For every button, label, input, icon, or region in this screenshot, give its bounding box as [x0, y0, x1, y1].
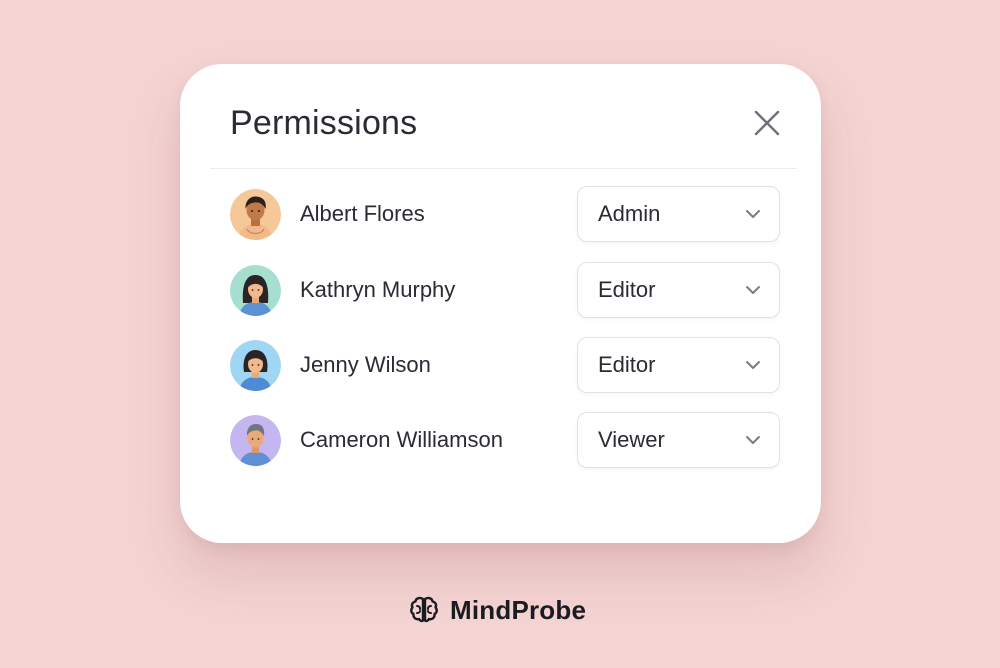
dialog-title: Permissions: [230, 104, 418, 142]
permissions-dialog: Permissions Albert Flores Admin Kathryn …: [180, 64, 821, 543]
avatar: [230, 264, 281, 316]
chevron-down-icon: [746, 361, 760, 369]
close-icon: [754, 110, 780, 136]
role-value: Admin: [598, 201, 661, 226]
user-name: Cameron Williamson: [300, 427, 503, 452]
user-name: Jenny Wilson: [300, 352, 431, 377]
avatar: [230, 339, 281, 391]
chevron-down-icon: [746, 286, 760, 294]
role-value: Viewer: [598, 427, 665, 452]
avatar: [230, 188, 281, 240]
header-divider: [210, 168, 797, 169]
role-select[interactable]: Editor: [577, 337, 780, 393]
role-value: Editor: [598, 277, 656, 302]
user-row: Jenny Wilson Editor: [230, 337, 780, 393]
role-select[interactable]: Viewer: [577, 412, 780, 468]
role-select[interactable]: Editor: [577, 262, 780, 318]
page: Permissions Albert Flores Admin Kathryn …: [0, 0, 1000, 668]
user-row: Kathryn Murphy Editor: [230, 262, 780, 318]
avatar: [230, 414, 281, 466]
close-button[interactable]: [750, 106, 784, 140]
chevron-down-icon: [746, 436, 760, 444]
brain-icon: [410, 596, 438, 623]
user-row: Cameron Williamson Viewer: [230, 412, 780, 468]
chevron-down-icon: [746, 210, 760, 218]
role-value: Editor: [598, 352, 656, 377]
brand-name: MindProbe: [450, 594, 587, 625]
user-name: Kathryn Murphy: [300, 277, 456, 302]
user-row: Albert Flores Admin: [230, 186, 780, 242]
role-select[interactable]: Admin: [577, 186, 780, 242]
user-name: Albert Flores: [300, 201, 425, 226]
brand-logo: MindProbe: [408, 592, 586, 628]
